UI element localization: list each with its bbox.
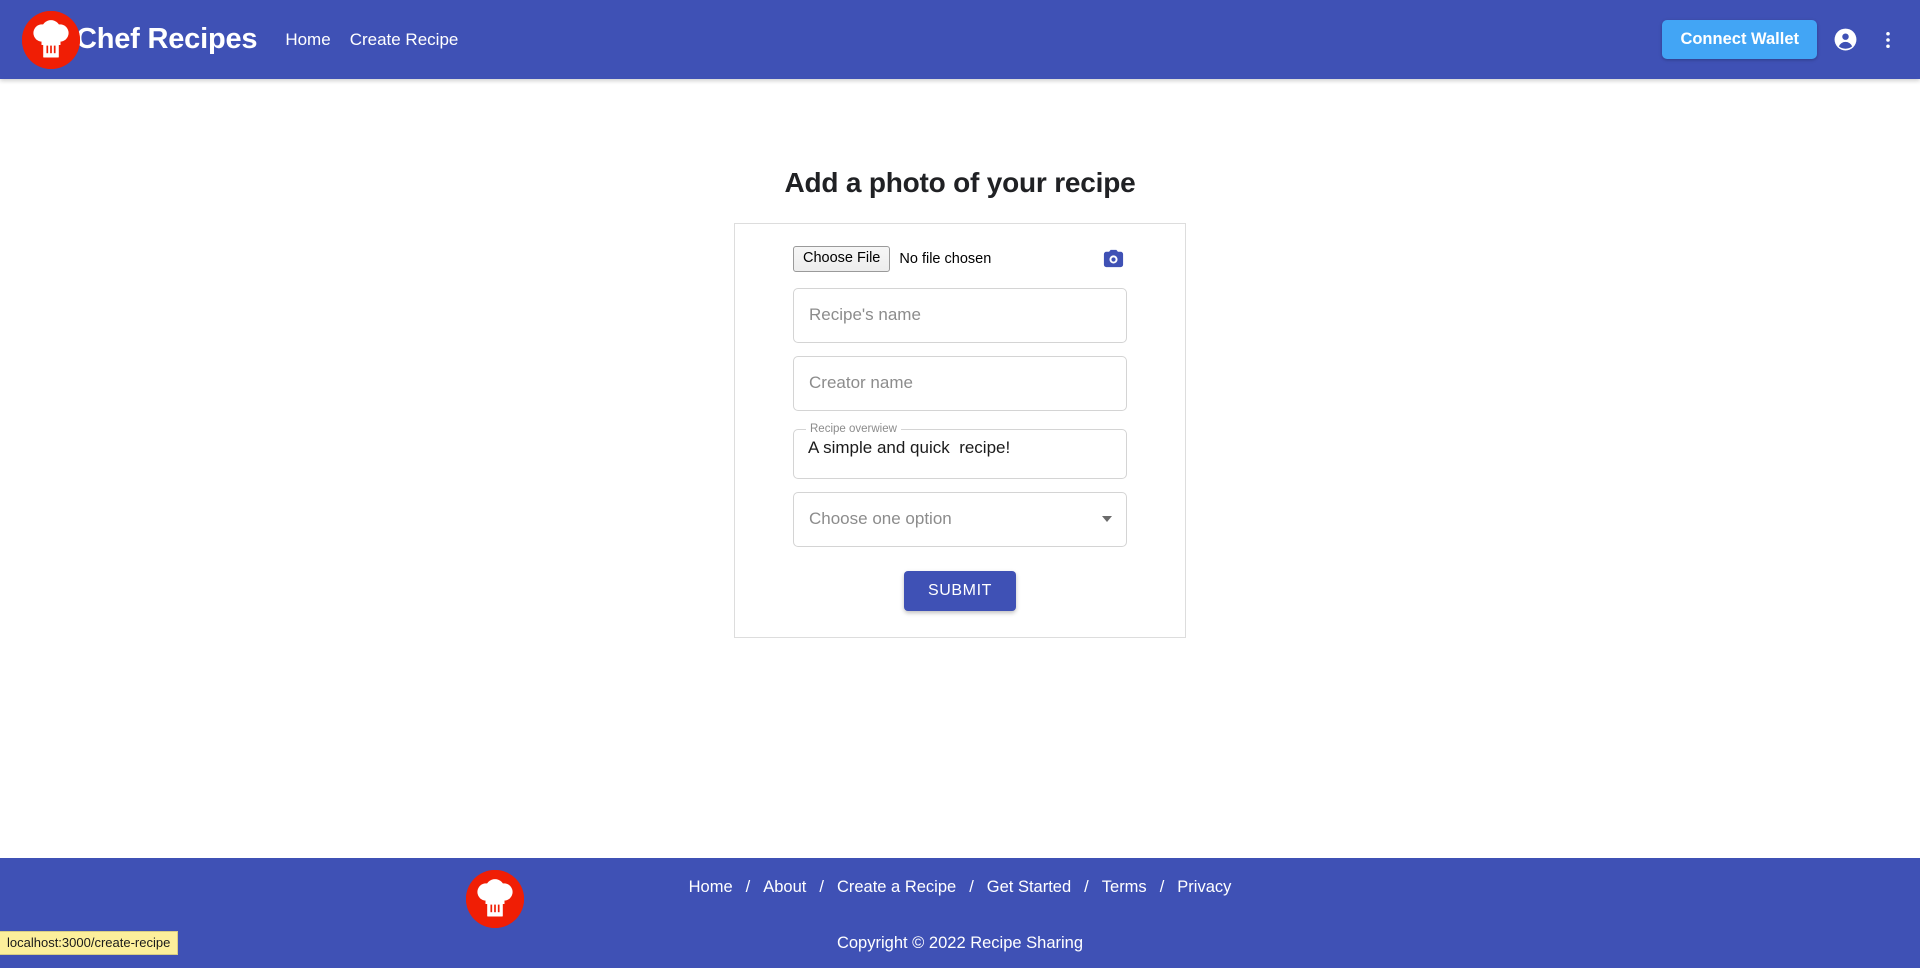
connect-wallet-button[interactable]: Connect Wallet [1662, 20, 1817, 59]
recipe-name-input[interactable] [793, 287, 1127, 343]
create-recipe-form-card: Choose File No file chosen Recipe's name… [734, 223, 1186, 638]
footer-link-privacy[interactable]: Privacy [1177, 878, 1231, 897]
navbar-actions: Connect Wallet [1662, 20, 1902, 59]
chevron-down-icon [1102, 516, 1112, 523]
recipe-overview-value: A simple and quick recipe! [808, 437, 1011, 457]
recipe-overview-field[interactable]: Recipe overwiew A simple and quick recip… [793, 422, 1127, 479]
chef-hat-logo-icon [22, 10, 80, 69]
footer-separator: / [745, 878, 751, 896]
page-title: Add a photo of your recipe [784, 167, 1136, 198]
footer-separator: / [969, 878, 974, 896]
main-content: Add a photo of your recipe Choose File N… [0, 79, 1920, 858]
creator-name-field [793, 355, 1127, 411]
creator-name-input[interactable] [793, 355, 1127, 411]
brand-name: Chef Recipes [76, 23, 258, 55]
nav-link-home[interactable]: Home [285, 30, 330, 50]
nav-link-create-recipe[interactable]: Create Recipe [350, 30, 459, 50]
file-chosen-status: No file chosen [899, 250, 992, 267]
top-navbar: Chef Recipes Home Create Recipe Connect … [0, 0, 1920, 79]
status-bar-url: localhost:3000/create-recipe [0, 931, 179, 955]
footer-links: Home / About / Create a Recipe / Get Sta… [0, 878, 1920, 897]
footer-link-create-a-recipe[interactable]: Create a Recipe [837, 878, 956, 897]
choose-file-button[interactable]: Choose File [793, 246, 891, 272]
submit-button[interactable]: SUBMIT [903, 570, 1017, 611]
page-root: Chef Recipes Home Create Recipe Connect … [0, 0, 1920, 968]
footer-link-terms[interactable]: Terms [1102, 878, 1147, 897]
recipe-overview-label: Recipe overwiew [810, 422, 897, 435]
footer-link-get-started[interactable]: Get Started [987, 878, 1071, 897]
brand-logo-link[interactable]: Chef Recipes [22, 10, 258, 69]
account-circle-icon[interactable] [1830, 24, 1861, 55]
footer-link-home[interactable]: Home [689, 878, 733, 897]
footer-separator: / [1084, 878, 1089, 896]
more-vertical-icon[interactable] [1874, 26, 1902, 54]
recipe-type-select-value: Choose one option [809, 509, 952, 529]
recipe-type-select[interactable]: Choose one option [793, 491, 1127, 547]
site-footer: Home / About / Create a Recipe / Get Sta… [0, 858, 1920, 968]
footer-separator: / [1159, 878, 1165, 896]
copyright-text: Copyright © 2022 Recipe Sharing [836, 934, 1084, 952]
camera-icon[interactable] [1102, 247, 1125, 270]
photo-upload-row: Choose File No file chosen [793, 246, 1127, 272]
footer-link-about[interactable]: About [763, 878, 806, 897]
recipe-name-field [793, 287, 1127, 343]
file-input-group[interactable]: Choose File No file chosen [793, 246, 991, 272]
footer-separator: / [819, 878, 824, 896]
navbar-links: Home Create Recipe [285, 30, 458, 50]
